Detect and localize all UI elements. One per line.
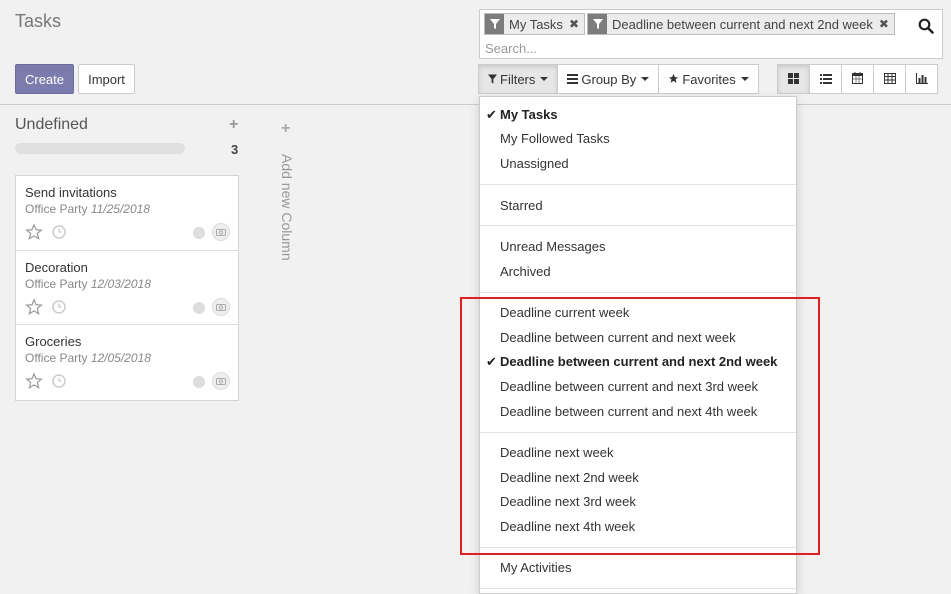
filters-button[interactable]: Filters	[478, 64, 559, 94]
card-deadline: 11/25/2018	[90, 202, 150, 216]
filter-label: Archived	[500, 264, 551, 279]
import-button[interactable]: Import	[78, 64, 135, 94]
card-deadline: 12/05/2018	[90, 351, 151, 365]
kanban-card[interactable]: Send invitations Office Party 11/25/2018	[16, 176, 238, 251]
card-subtitle: Office Party 12/03/2018	[25, 277, 151, 291]
card-subtitle: Office Party 12/05/2018	[25, 351, 151, 365]
card-title: Decoration	[25, 259, 88, 275]
menu-divider	[480, 588, 796, 589]
list-view-button[interactable]	[809, 64, 842, 94]
favorites-label: Favorites	[682, 71, 736, 87]
card-title: Send invitations	[25, 185, 117, 200]
search-box[interactable]: My Tasks ✖ Deadline between current and …	[479, 9, 943, 59]
search-input[interactable]	[485, 39, 905, 57]
card-project: Office Party	[25, 276, 88, 291]
filter-item-my-followed-tasks[interactable]: My Followed Tasks	[500, 129, 610, 149]
highlight-annotation-box	[460, 297, 820, 555]
filters-label: Filters	[500, 71, 536, 87]
clock-icon[interactable]	[52, 225, 66, 242]
view-switcher	[777, 64, 938, 94]
filter-icon	[485, 14, 504, 34]
graph-view-button[interactable]	[905, 64, 938, 94]
caret-down-icon	[641, 77, 650, 81]
column-title: Undefined	[15, 116, 88, 133]
list-icon	[819, 72, 832, 87]
calendar-view-button[interactable]	[841, 64, 874, 94]
kanban-cards: Send invitations Office Party 11/25/2018…	[15, 175, 239, 401]
add-column-icon[interactable]: +	[281, 120, 290, 138]
card-subtitle: Office Party 11/25/2018	[25, 202, 150, 216]
calendar-icon	[852, 71, 863, 87]
facet-label: Deadline between current and next 2nd we…	[612, 16, 873, 32]
status-dot-icon[interactable]	[193, 301, 205, 314]
filter-label: Unassigned	[500, 156, 569, 171]
card-project: Office Party	[25, 202, 88, 216]
card-title: Groceries	[25, 334, 82, 349]
camera-icon[interactable]	[212, 297, 230, 316]
menu-divider	[480, 184, 796, 185]
remove-facet-icon[interactable]: ✖	[879, 17, 889, 31]
check-icon: ✔	[486, 107, 497, 122]
filter-label: Starred	[500, 198, 543, 213]
status-dot-icon[interactable]	[193, 376, 205, 388]
clock-icon[interactable]	[52, 374, 66, 391]
filter-item-archived[interactable]: Archived	[500, 262, 551, 282]
control-panel-divider	[0, 104, 951, 105]
search-facet-my-tasks[interactable]: My Tasks ✖	[484, 13, 585, 35]
favorites-button[interactable]: Favorites	[658, 64, 759, 94]
add-column-label[interactable]: Add new Column	[279, 154, 295, 261]
caret-down-icon	[740, 77, 749, 81]
column-count: 3	[231, 142, 239, 157]
facet-label: My Tasks	[509, 16, 563, 32]
menu-divider	[480, 225, 796, 226]
column-progress-bar	[15, 143, 185, 154]
quick-create-icon[interactable]: +	[229, 116, 238, 134]
kanban-card[interactable]: Decoration Office Party 12/03/2018	[16, 251, 238, 325]
bars-icon	[567, 72, 579, 87]
search-facet-deadline[interactable]: Deadline between current and next 2nd we…	[587, 13, 895, 35]
create-button[interactable]: Create	[15, 64, 74, 94]
remove-facet-icon[interactable]: ✖	[569, 17, 579, 31]
star-icon[interactable]	[25, 223, 43, 244]
groupby-label: Group By	[581, 71, 637, 87]
filter-item-starred[interactable]: Starred	[500, 196, 543, 216]
graph-icon	[915, 72, 928, 87]
camera-icon[interactable]	[212, 223, 230, 241]
filter-icon	[588, 14, 607, 34]
filter-label: My Followed Tasks	[500, 131, 610, 146]
pivot-view-button[interactable]	[873, 64, 906, 94]
groupby-button[interactable]: Group By	[557, 64, 660, 94]
filter-item-my-activities[interactable]: My Activities	[500, 558, 572, 578]
page-title: Tasks	[15, 11, 62, 31]
filter-item-unread-messages[interactable]: Unread Messages	[500, 237, 606, 257]
star-icon[interactable]	[25, 372, 43, 393]
card-deadline: 12/03/2018	[90, 276, 151, 291]
kanban-icon	[788, 72, 799, 87]
kanban-view-button[interactable]	[777, 64, 810, 94]
filter-item-my-tasks[interactable]: ✔ My Tasks	[486, 105, 558, 125]
search-options-group: Filters Group By Favorites	[478, 64, 759, 94]
card-project: Office Party	[25, 351, 88, 365]
filter-label: Unread Messages	[500, 239, 606, 254]
filter-label: My Activities	[500, 560, 572, 575]
search-icon[interactable]	[918, 18, 936, 36]
caret-down-icon	[540, 77, 549, 81]
filter-label: My Tasks	[500, 107, 558, 122]
kanban-card[interactable]: Groceries Office Party 12/05/2018	[16, 325, 238, 400]
menu-divider	[480, 292, 796, 293]
pivot-icon	[883, 72, 896, 87]
status-dot-icon[interactable]	[193, 227, 205, 239]
clock-icon[interactable]	[52, 299, 66, 317]
filter-icon	[488, 72, 497, 87]
camera-icon[interactable]	[212, 372, 230, 390]
star-icon	[668, 72, 679, 87]
filter-item-unassigned[interactable]: Unassigned	[500, 154, 569, 174]
star-icon[interactable]	[25, 297, 43, 319]
